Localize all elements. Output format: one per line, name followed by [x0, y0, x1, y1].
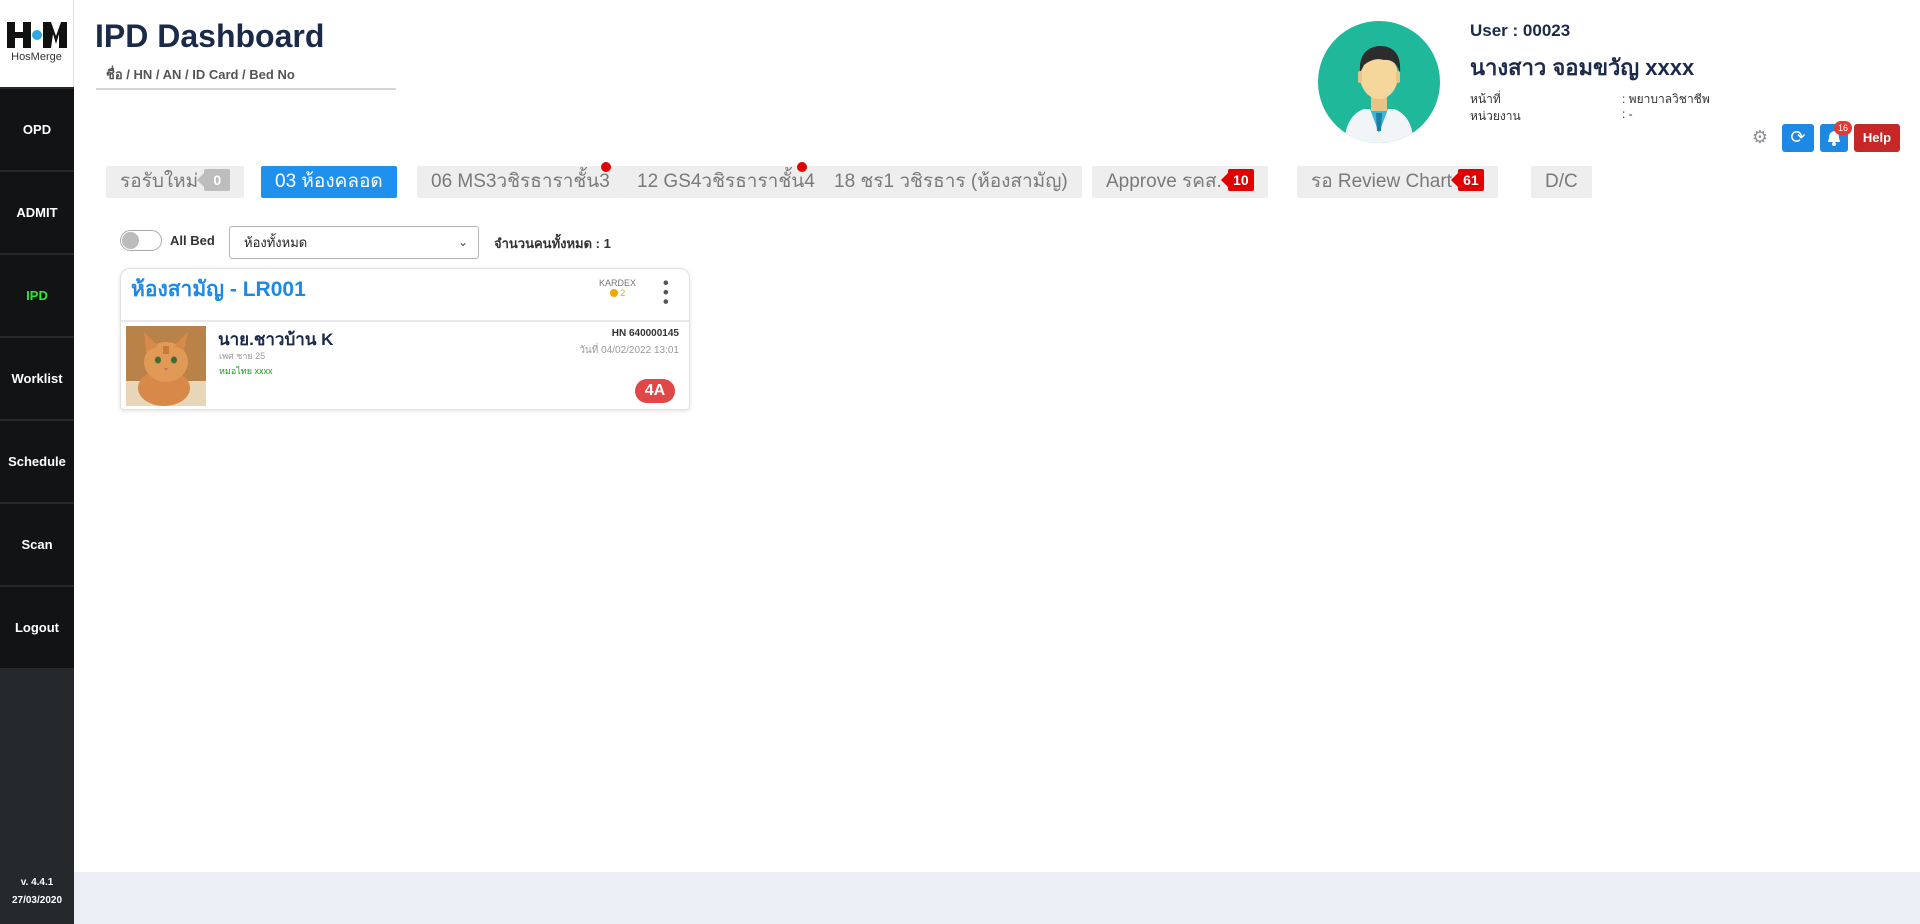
unit-label: หน่วยงาน	[1470, 109, 1521, 123]
tab-label: Approve รคส.	[1106, 171, 1222, 192]
tab-review-chart[interactable]: รอ Review Chart 61	[1297, 166, 1498, 198]
tab-count-badge: 10	[1220, 169, 1254, 191]
room-title: ห้องสามัญ - LR001	[131, 278, 306, 301]
help-button[interactable]: Help	[1854, 124, 1900, 152]
logo[interactable]: HosMerge	[0, 0, 74, 87]
logo-text: HosMerge	[11, 51, 62, 63]
hosmerge-logo-icon	[6, 22, 67, 48]
kardex-indicator[interactable]: KARDEX 2	[599, 278, 636, 298]
footer-band	[74, 872, 1920, 924]
tab-gs4-alert-dot	[797, 162, 807, 172]
patient-gender-age: เพศ ชาย 25	[219, 351, 266, 361]
room-select-value: ห้องทั้งหมด	[244, 235, 308, 250]
user-name: นางสาว จอมขวัญ xxxx	[1470, 55, 1695, 80]
room-select[interactable]: ห้องทั้งหมด ⌄	[229, 226, 479, 259]
patient-row[interactable]: นาย.ชาวบ้าน K เพศ ชาย 25 หมอไทย xxxx HN …	[121, 322, 689, 410]
sidebar-item-worklist[interactable]: Worklist	[0, 338, 74, 419]
kardex-label: KARDEX	[599, 278, 637, 288]
settings-gear-icon[interactable]: ⚙	[1750, 128, 1770, 148]
page-title: IPD Dashboard	[95, 18, 325, 54]
tab-label: 03 ห้องคลอด	[275, 171, 383, 192]
patient-search-input[interactable]	[96, 60, 396, 90]
notification-count-badge: 16	[1834, 121, 1852, 135]
user-avatar-icon	[1344, 45, 1414, 143]
notification-button[interactable]: 16	[1820, 121, 1852, 152]
tab-label: 12 GS4วชิรธาราชั้น4	[637, 171, 815, 192]
patient-admit-date: วันที่ 04/02/2022 13:01	[579, 345, 679, 356]
unit-value: : -	[1622, 107, 1633, 121]
sidebar-item-ipd[interactable]: IPD	[0, 255, 74, 336]
total-patient-count: จำนวนคนทั้งหมด : 1	[494, 236, 611, 251]
patient-doctor: หมอไทย xxxx	[219, 366, 273, 376]
tab-label: 18 ชร1 วชิรธาร (ห้องสามัญ)	[834, 171, 1068, 192]
sidebar-item-scan[interactable]: Scan	[0, 504, 74, 585]
version-info: v. 4.4.1 27/03/2020	[0, 874, 74, 910]
sidebar-item-admit[interactable]: ADMIT	[0, 172, 74, 253]
sidebar: HosMerge OPD ADMIT IPD Worklist Schedule…	[0, 0, 74, 924]
sidebar-item-schedule[interactable]: Schedule	[0, 421, 74, 502]
tab-approve[interactable]: Approve รคส. 10	[1092, 166, 1268, 198]
toggle-knob	[122, 232, 139, 249]
all-bed-toggle[interactable]	[120, 230, 162, 251]
chevron-down-icon: ⌄	[457, 235, 468, 249]
tab-label: 06 MS3วชิรธาราชั้น3	[431, 171, 610, 192]
tab-count-badge: 61	[1450, 169, 1484, 191]
tab-label: รอรับใหม่	[120, 171, 199, 192]
version-number: v. 4.4.1	[20, 877, 54, 888]
unit-row: หน่วยงาน : -	[1470, 107, 1633, 126]
user-id: User : 00023	[1470, 21, 1571, 40]
patient-photo	[126, 326, 206, 406]
tab-general-ward[interactable]: 18 ชร1 วชิรธาร (ห้องสามัญ)	[820, 166, 1082, 198]
room-card: ห้องสามัญ - LR001 KARDEX 2 ••• นาย.ชาวบ้…	[120, 268, 690, 410]
all-bed-label: All Bed	[170, 233, 215, 248]
version-date: 27/03/2020	[11, 895, 63, 906]
tab-label: D/C	[1545, 171, 1578, 192]
refresh-icon: ⟳	[1790, 127, 1806, 148]
tab-label: รอ Review Chart	[1311, 171, 1452, 192]
tab-ms3[interactable]: 06 MS3วชิรธาราชั้น3	[417, 166, 624, 198]
tab-ms3-alert-dot	[601, 162, 611, 172]
kebab-menu-icon[interactable]: •••	[656, 278, 675, 306]
tab-discharge[interactable]: D/C	[1531, 166, 1592, 198]
avatar	[1318, 21, 1440, 143]
tab-waiting-new[interactable]: รอรับใหม่ 0	[106, 166, 245, 198]
refresh-button[interactable]: ⟳	[1782, 124, 1814, 152]
tab-count-badge: 0	[197, 169, 231, 191]
bed-badge: 4A	[635, 379, 675, 403]
position-label: หน้าที่	[1470, 92, 1501, 106]
sidebar-nav: OPD ADMIT IPD Worklist Schedule Scan Log…	[0, 89, 74, 670]
cat-photo-icon	[126, 326, 206, 406]
position-value: : พยาบาลวิชาชีพ	[1622, 92, 1710, 106]
sidebar-item-opd[interactable]: OPD	[0, 89, 74, 170]
kardex-dot-icon	[609, 289, 618, 297]
tab-delivery-room[interactable]: 03 ห้องคลอด	[261, 166, 397, 198]
patient-hn: HN 640000145	[611, 328, 679, 339]
kardex-count: 2	[620, 288, 626, 298]
sidebar-item-logout[interactable]: Logout	[0, 587, 74, 668]
